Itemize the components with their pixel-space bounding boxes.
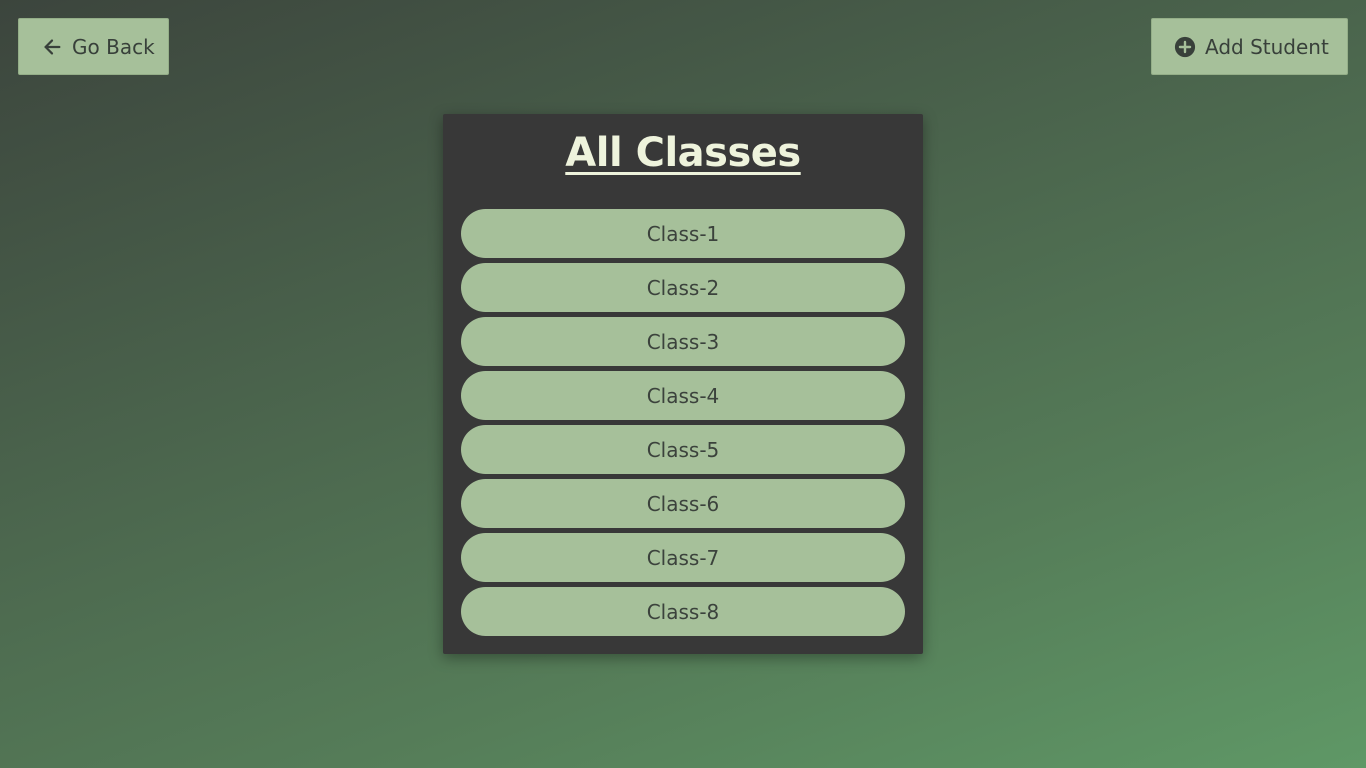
class-item-8[interactable]: Class-8 [461,587,905,636]
arrow-left-icon [41,36,63,58]
class-item-5[interactable]: Class-5 [461,425,905,474]
classes-panel: All Classes Class-1 Class-2 Class-3 Clas… [443,114,923,654]
class-list: Class-1 Class-2 Class-3 Class-4 Class-5 … [443,209,923,636]
go-back-label: Go Back [72,34,155,59]
page-title: All Classes [565,130,801,176]
class-item-7[interactable]: Class-7 [461,533,905,582]
class-item-4[interactable]: Class-4 [461,371,905,420]
add-student-button[interactable]: Add Student [1151,18,1348,75]
plus-circle-icon [1174,36,1196,58]
class-item-1[interactable]: Class-1 [461,209,905,258]
class-item-6[interactable]: Class-6 [461,479,905,528]
class-item-3[interactable]: Class-3 [461,317,905,366]
add-student-label: Add Student [1205,34,1329,59]
go-back-button[interactable]: Go Back [18,18,169,75]
class-item-2[interactable]: Class-2 [461,263,905,312]
